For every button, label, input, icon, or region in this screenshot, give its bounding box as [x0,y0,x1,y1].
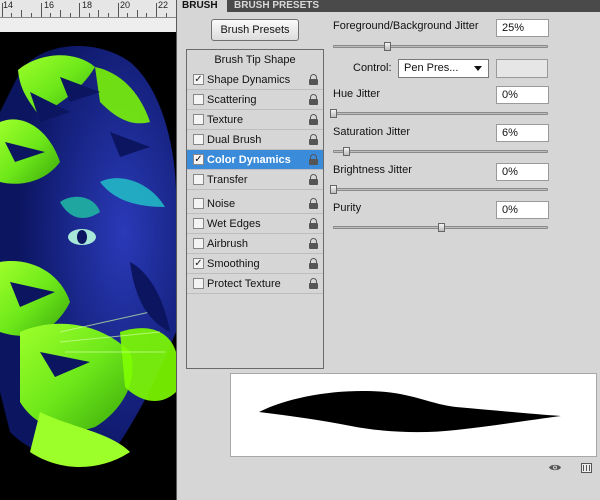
brush-option-row[interactable]: ✓ Shape Dynamics [187,70,323,90]
option-checkbox[interactable] [193,198,204,209]
option-checkbox[interactable]: ✓ [193,74,204,85]
document-canvas[interactable] [0,32,176,500]
slider-thumb[interactable] [330,109,337,118]
slider-thumb[interactable] [330,185,337,194]
brush-presets-button[interactable]: Brush Presets [211,19,299,41]
brush-tip-shape-item[interactable]: Brush Tip Shape [187,52,323,68]
control-select[interactable]: Pen Pres... [398,59,489,78]
canvas-margin [0,18,176,32]
saturation-jitter-label: Saturation Jitter [333,126,411,138]
option-checkbox[interactable] [193,134,204,145]
brush-options-list: Brush Tip Shape ✓ Shape Dynamics Scatterin… [186,49,324,369]
brush-panel: BRUSH BRUSH PRESETS Brush Presets Brush … [176,0,600,500]
ruler-label: 22 [158,0,169,10]
ruler-label: 14 [3,0,14,10]
option-checkbox[interactable] [193,114,204,125]
slider-thumb[interactable] [342,147,350,156]
ruler-label: 18 [82,0,93,10]
eye-icon[interactable] [549,463,561,472]
lock-icon[interactable] [309,258,318,269]
tab-brush-presets[interactable]: BRUSH PRESETS [229,0,324,12]
brush-option-row[interactable]: Noise [187,194,323,214]
saturation-jitter-field[interactable]: 6% [496,124,549,142]
ruler-label: 20 [120,0,131,10]
purity-field[interactable]: 0% [496,201,549,219]
lock-icon[interactable] [309,278,318,289]
purity-slider[interactable] [333,223,548,232]
chevron-down-icon [474,66,482,71]
slider-thumb[interactable] [383,42,391,51]
option-label: Smoothing [207,258,260,270]
option-label: Wet Edges [207,218,261,230]
brightness-jitter-field[interactable]: 0% [496,163,549,181]
option-checkbox[interactable]: ✓ [193,154,204,165]
control-label: Control: [353,62,392,74]
purity-label: Purity [333,202,362,214]
lock-icon[interactable] [309,174,318,185]
brush-option-row[interactable]: ✓ Smoothing [187,254,323,274]
brush-option-row[interactable]: Texture [187,110,323,130]
brush-option-row[interactable]: Dual Brush [187,130,323,150]
option-label: Shape Dynamics [207,74,291,86]
option-label: Protect Texture [207,278,281,290]
option-label: Scattering [207,94,257,106]
option-label: Noise [207,198,236,210]
lock-icon[interactable] [309,74,318,85]
slider-thumb[interactable] [437,223,445,232]
option-label: Color Dynamics [207,154,291,166]
option-checkbox[interactable]: ✓ [193,258,204,269]
brightness-jitter-label: Brightness Jitter [333,164,412,176]
tiger-artwork [0,45,176,467]
fg-bg-jitter-slider[interactable] [333,42,548,51]
lock-icon[interactable] [309,218,318,229]
option-checkbox[interactable] [193,174,204,185]
brush-option-row[interactable]: Scattering [187,90,323,110]
ruler-label: 16 [44,0,55,10]
lock-icon[interactable] [309,134,318,145]
panel-tabbar: BRUSH BRUSH PRESETS [177,0,600,12]
control-select-value: Pen Pres... [404,62,459,74]
brush-option-row[interactable]: Transfer [187,170,323,190]
option-checkbox[interactable] [193,238,204,249]
brush-option-row[interactable]: Wet Edges [187,214,323,234]
control-secondary-field[interactable] [496,59,548,78]
panel-footer [177,460,600,500]
lock-icon[interactable] [309,114,318,125]
lock-icon[interactable] [309,238,318,249]
brush-stroke [259,390,561,433]
option-label: Texture [207,114,244,126]
hue-jitter-slider[interactable] [330,109,548,118]
lock-icon[interactable] [309,198,318,209]
option-checkbox[interactable] [193,218,204,229]
option-checkbox[interactable] [193,278,204,289]
create-new-preset-icon[interactable] [581,463,592,473]
fg-bg-jitter-label: Foreground/Background Jitter [333,20,479,32]
brush-stroke-preview [230,373,597,457]
brightness-jitter-slider[interactable] [330,185,548,194]
horizontal-ruler: 14 16 18 20 22 [0,0,176,18]
option-label: Transfer [207,174,248,186]
hue-jitter-field[interactable]: 0% [496,86,549,104]
brush-option-row[interactable]: ✓ Color Dynamics [187,150,323,170]
tab-brush[interactable]: BRUSH [177,0,227,12]
hue-jitter-label: Hue Jitter [333,88,381,100]
brush-option-row[interactable]: Airbrush [187,234,323,254]
fg-bg-jitter-field[interactable]: 25% [496,19,549,37]
brush-option-row[interactable]: Protect Texture [187,274,323,294]
option-checkbox[interactable] [193,94,204,105]
lock-icon[interactable] [309,154,318,165]
option-label: Dual Brush [207,134,262,146]
option-label: Airbrush [207,238,248,250]
lock-icon[interactable] [309,94,318,105]
saturation-jitter-slider[interactable] [333,147,548,156]
